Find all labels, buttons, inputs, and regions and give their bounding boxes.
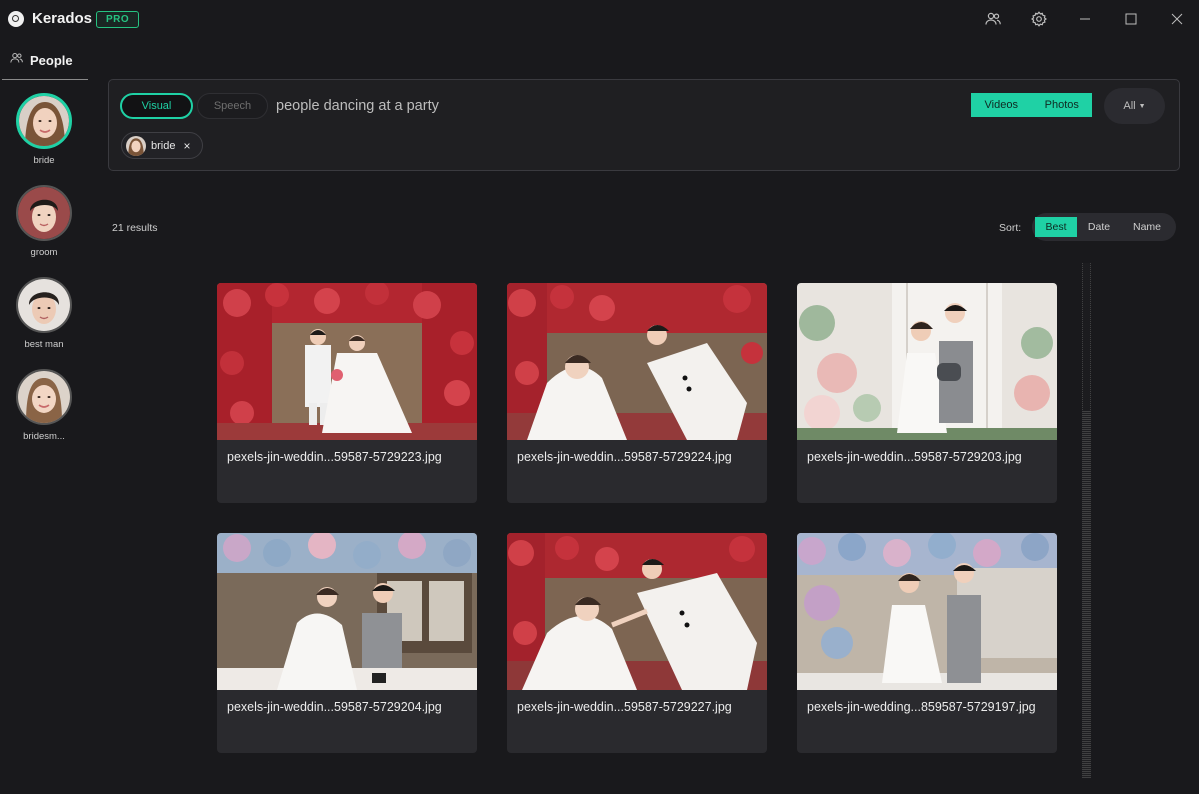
result-card[interactable]: pexels-jin-weddin...59587-5729223.jpg — [217, 283, 477, 503]
person-filter-chip[interactable]: bride × — [121, 132, 203, 159]
person-name: bride — [33, 155, 55, 166]
media-type-toggle: Videos Photos — [971, 93, 1092, 117]
pro-badge: PRO — [96, 11, 140, 28]
result-card[interactable]: pexels-jin-weddin...59587-5729227.jpg — [507, 533, 767, 753]
filter-dropdown[interactable]: All ▼ — [1104, 88, 1165, 124]
results-scrollbar[interactable] — [1082, 263, 1091, 778]
speech-mode-button[interactable]: Speech — [197, 93, 268, 119]
photos-button[interactable]: Photos — [1032, 93, 1093, 117]
thumbnail — [797, 283, 1057, 440]
result-filename: pexels-jin-weddin...59587-5729227.jpg — [517, 700, 732, 714]
sort-name-button[interactable]: Name — [1124, 217, 1170, 237]
result-card[interactable]: pexels-jin-weddin...59587-5729204.jpg — [217, 533, 477, 753]
avatar — [16, 369, 72, 425]
result-filename: pexels-jin-wedding...859587-5729197.jpg — [807, 700, 1036, 714]
person-best-man[interactable]: best man — [0, 277, 88, 350]
person-bride[interactable]: bride — [0, 93, 88, 166]
thumbnail — [797, 533, 1057, 690]
result-filename: pexels-jin-weddin...59587-5729204.jpg — [227, 700, 442, 714]
maximize-icon[interactable] — [1120, 8, 1142, 30]
thumbnail — [507, 283, 767, 440]
result-card[interactable]: pexels-jin-weddin...59587-5729203.jpg — [797, 283, 1057, 503]
close-icon[interactable] — [1166, 8, 1188, 30]
person-name: best man — [24, 339, 64, 350]
filter-dropdown-label: All — [1123, 100, 1136, 112]
visual-mode-button[interactable]: Visual — [120, 93, 193, 119]
people-icon — [10, 51, 23, 69]
person-name: bridesm... — [23, 431, 65, 442]
remove-chip-icon[interactable]: × — [183, 139, 190, 153]
avatar — [16, 185, 72, 241]
app-title: Kerados — [32, 10, 93, 27]
people-tab[interactable]: People — [2, 46, 88, 80]
app-logo-icon — [8, 11, 24, 27]
scrollbar-thumb[interactable] — [1083, 263, 1090, 411]
caret-down-icon: ▼ — [1138, 102, 1146, 110]
videos-button[interactable]: Videos — [971, 93, 1032, 117]
people-icon[interactable] — [982, 8, 1004, 30]
thumbnail — [507, 533, 767, 690]
minimize-icon[interactable] — [1074, 8, 1096, 30]
sort-best-button[interactable]: Best — [1035, 217, 1077, 237]
result-card[interactable]: pexels-jin-wedding...859587-5729197.jpg — [797, 533, 1057, 753]
title-bar: Kerados PRO — [0, 0, 1199, 38]
search-panel: Visual Speech Videos Photos All ▼ bride … — [108, 79, 1180, 171]
result-filename: pexels-jin-weddin...59587-5729223.jpg — [227, 450, 442, 464]
avatar — [16, 277, 72, 333]
person-name: groom — [30, 247, 58, 258]
avatar — [16, 93, 72, 149]
people-tab-label: People — [30, 53, 73, 68]
person-groom[interactable]: groom — [0, 185, 88, 258]
result-filename: pexels-jin-weddin...59587-5729224.jpg — [517, 450, 732, 464]
result-card[interactable]: pexels-jin-weddin...59587-5729224.jpg — [507, 283, 767, 503]
search-input[interactable] — [276, 94, 956, 118]
result-filename: pexels-jin-weddin...59587-5729203.jpg — [807, 450, 1022, 464]
sort-options: Best Date Name — [1032, 213, 1176, 241]
gear-icon[interactable] — [1028, 8, 1050, 30]
thumbnail — [217, 533, 477, 690]
thumbnail — [217, 283, 477, 440]
results-count: 21 results — [112, 222, 158, 234]
sort-date-button[interactable]: Date — [1078, 217, 1120, 237]
chip-label: bride — [151, 139, 176, 152]
avatar — [126, 135, 146, 156]
person-bridesmaid[interactable]: bridesm... — [0, 369, 88, 442]
sort-label: Sort: — [999, 222, 1022, 234]
